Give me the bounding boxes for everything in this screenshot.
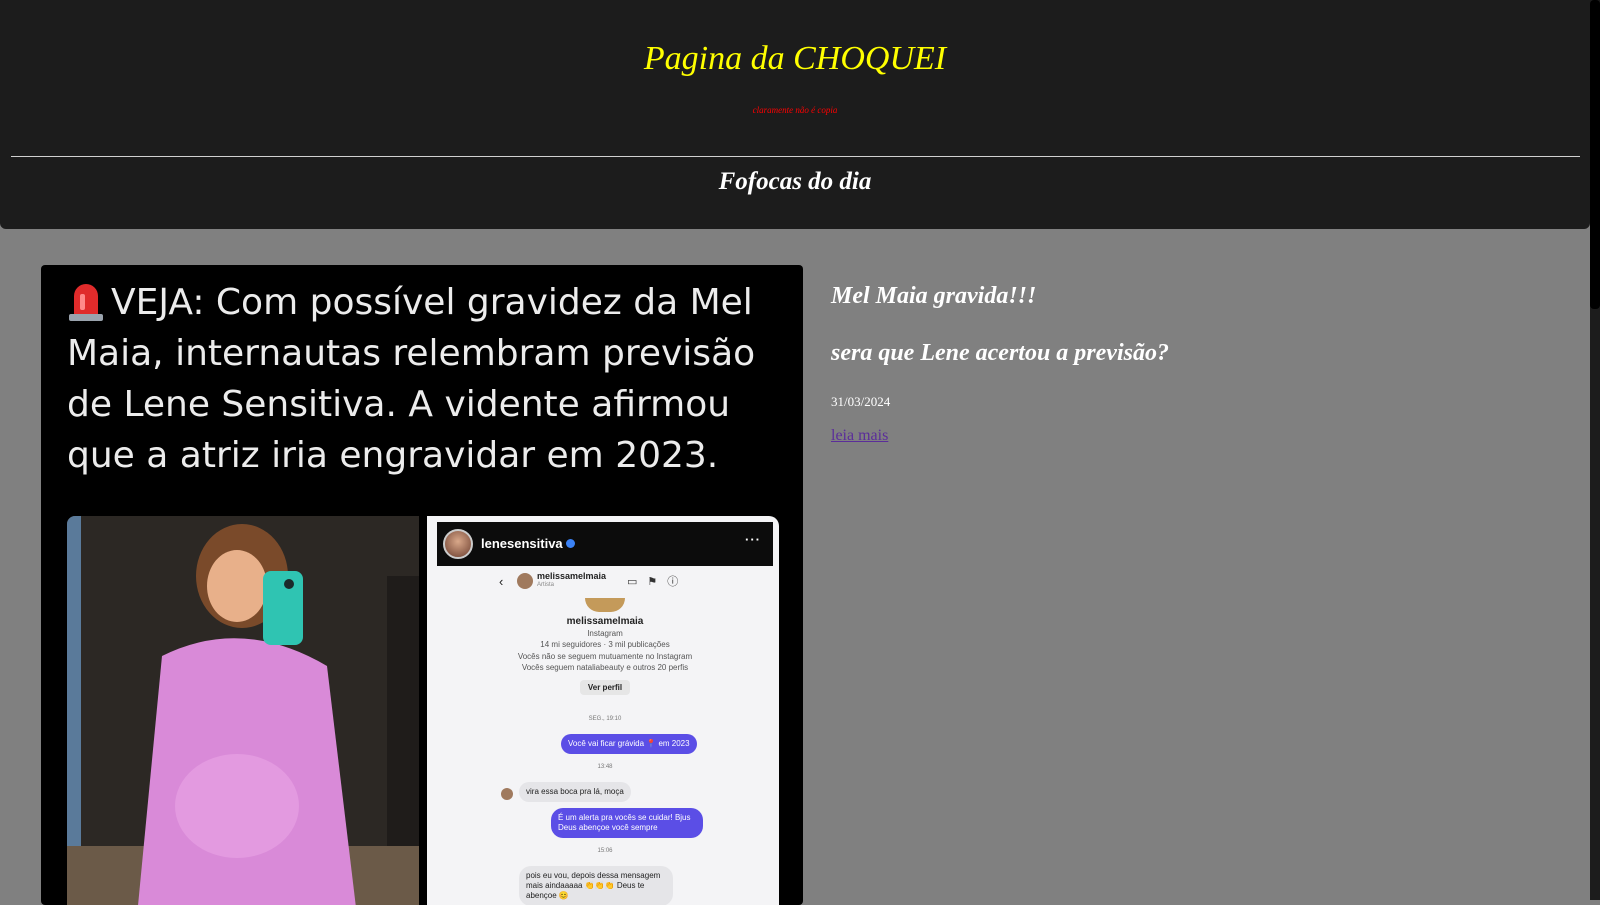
profile-follows: Vocês seguem nataliabeauty e outros 20 p… (521, 663, 689, 672)
header-divider (11, 156, 1580, 157)
back-icon: ‹ (499, 574, 504, 589)
post-title: Mel Maia gravida!!! (831, 283, 1037, 309)
dm-subtitle: Artista (537, 582, 555, 588)
chat-timestamp: 15:06 (597, 848, 613, 854)
profile-mutual: Vocês não se seguem mutuamente no Instag… (517, 651, 693, 661)
image-headline: VEJA: Com possível gravidez da Mel Maia,… (67, 277, 787, 481)
site-header: Pagina da CHOQUEI claramente não é copia… (0, 0, 1590, 229)
chat-avatar (501, 788, 513, 800)
dm-profile-block: melissamelmaia Instagram 14 mi seguidore… (437, 598, 773, 695)
ig-username: lenesensitiva (481, 536, 575, 551)
scrollbar-thumb[interactable] (1590, 0, 1600, 309)
site-title: Pagina da CHOQUEI (643, 40, 947, 77)
dm-action-icons: ▭⚑ⓘ (627, 576, 689, 588)
chat-timestamp: SEG., 19:10 (588, 716, 622, 722)
more-icon: ··· (745, 532, 761, 547)
site-tagline: claramente não é copia (752, 105, 838, 115)
chat-message-in: vira essa boca pra lá, moça (519, 782, 631, 802)
actress-photo (67, 516, 419, 905)
dm-header: ‹ melissamelmaia Artista ▭⚑ⓘ (437, 568, 773, 598)
chat-timestamp: 13:48 (597, 764, 613, 770)
profile-source: Instagram (587, 628, 623, 638)
post-image: VEJA: Com possível gravidez da Mel Maia,… (41, 265, 803, 905)
siren-icon (67, 280, 105, 322)
section-title: Fofocas do dia (718, 168, 872, 195)
verified-icon (565, 539, 575, 548)
page-scrollbar[interactable] (1590, 0, 1600, 900)
dm-username: melissamelmaia (537, 571, 607, 581)
avatar (443, 529, 473, 559)
image-headline-text: VEJA: Com possível gravidez da Mel Maia,… (67, 282, 756, 476)
chat-message-out: É um alerta pra vocês se cuidar! Bjus De… (551, 808, 703, 838)
read-more-link[interactable]: leia mais (831, 427, 888, 445)
profile-avatar (585, 598, 625, 612)
profile-name: melissamelmaia (566, 616, 644, 627)
chat-message-in: pois eu vou, depois dessa mensagem mais … (519, 866, 673, 905)
ig-post-header: lenesensitiva ··· (437, 522, 773, 566)
instagram-dm-screenshot: lenesensitiva ··· ‹ melissamelmaia Artis… (427, 516, 779, 905)
dm-avatar (517, 573, 533, 589)
view-profile-button: Ver perfil (579, 679, 631, 695)
chat-message-out: Você vai ficar grávida 📍 em 2023 (561, 734, 697, 754)
profile-stats: 14 mi seguidores · 3 mil publicações (540, 640, 670, 649)
post-date: 31/03/2024 (831, 394, 891, 409)
post-subtitle: sera que Lene acertou a previsão? (831, 340, 1169, 366)
